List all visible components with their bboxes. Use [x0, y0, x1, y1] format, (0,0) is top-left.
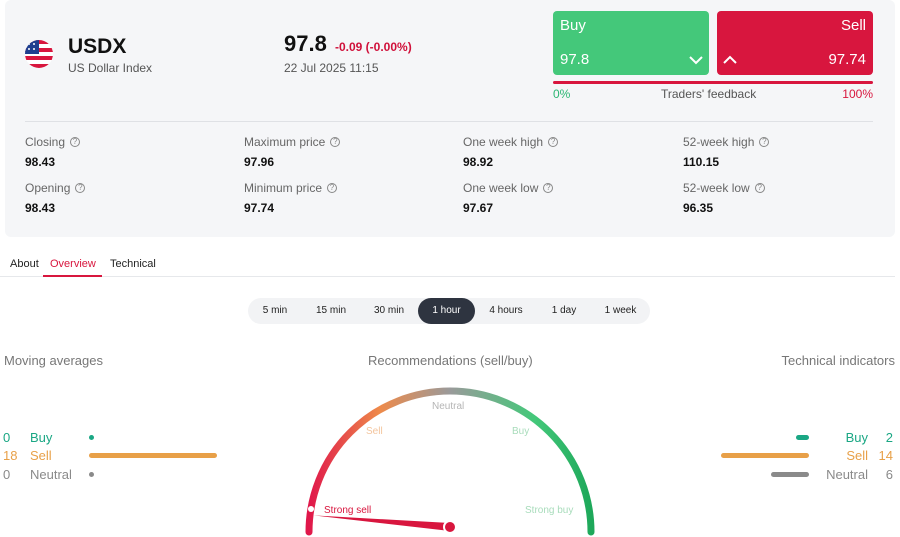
ma-sell-label: Sell	[30, 448, 52, 463]
recommendations-title: Recommendations (sell/buy)	[368, 353, 533, 368]
traders-feedback-bar	[553, 81, 873, 84]
timeframe-selector: 5 min 15 min 30 min 1 hour 4 hours 1 day…	[248, 298, 650, 324]
ti-sell-count: 14	[878, 448, 893, 463]
buy-label: Buy	[560, 17, 586, 34]
gauge-start-marker	[308, 506, 314, 512]
feedback-buy-percent: 0%	[553, 87, 571, 101]
tab-overview[interactable]: Overview	[50, 258, 96, 270]
tab-about[interactable]: About	[10, 258, 39, 270]
ti-neutral-count: 6	[885, 467, 893, 482]
sell-button[interactable]: Sell 97.74	[717, 11, 873, 75]
timeframe-1-hour[interactable]: 1 hour	[418, 298, 475, 324]
timeframe-4-hours[interactable]: 4 hours	[475, 298, 537, 324]
current-price: 97.8	[284, 31, 327, 56]
timeframe-30-min[interactable]: 30 min	[360, 298, 418, 324]
us-flag-icon	[25, 40, 53, 68]
ti-neutral-label: Neutral	[826, 467, 868, 482]
help-icon[interactable]: ?	[759, 137, 770, 147]
gauge-label-strong-buy: Strong buy	[525, 505, 573, 516]
gauge-label-neutral: Neutral	[432, 401, 464, 412]
tab-technical[interactable]: Technical	[110, 258, 156, 270]
chevron-up-icon	[723, 55, 737, 64]
technical-indicators-title: Technical indicators	[781, 353, 895, 368]
ma-buy-label: Buy	[30, 430, 53, 445]
ma-bar	[89, 435, 94, 440]
stat-label: One week high	[463, 135, 544, 149]
help-icon[interactable]: ?	[330, 137, 341, 147]
stat-value: 110.15	[683, 155, 720, 169]
stat-one-week-low: One week low? 97.67	[463, 181, 554, 215]
gauge-label-strong-sell: Strong sell	[324, 505, 371, 516]
stat-label: Opening	[25, 181, 71, 195]
gauge-label-sell: Sell	[366, 426, 383, 437]
gauge-needle	[313, 515, 457, 534]
needle-hub	[443, 520, 457, 534]
stat-value: 98.92	[463, 155, 494, 169]
stat-value: 98.43	[25, 155, 56, 169]
ma-sell-count: 18	[3, 448, 18, 463]
needle-pointer	[313, 515, 450, 531]
recommendation-gauge: Strong sell Sell Neutral Buy Strong buy	[305, 387, 595, 536]
buy-button[interactable]: Buy 97.8	[553, 11, 709, 75]
stat-value: 97.96	[244, 155, 275, 169]
help-icon[interactable]: ?	[75, 183, 86, 193]
ti-bar	[771, 472, 809, 477]
moving-averages-title: Moving averages	[4, 353, 103, 368]
ti-bar	[796, 435, 809, 440]
stat-closing: Closing? 98.43	[25, 135, 81, 169]
stat-label: One week low	[463, 181, 539, 195]
timeframe-1-week[interactable]: 1 week	[591, 298, 650, 324]
active-tab-indicator	[43, 275, 102, 277]
ti-sell-label: Sell	[846, 448, 868, 463]
timeframe-5-min[interactable]: 5 min	[248, 298, 302, 324]
sell-value: 97.74	[828, 51, 866, 68]
stat-label: Maximum price	[244, 135, 326, 149]
ma-neutral-count: 0	[3, 467, 11, 482]
feedback-label: Traders' feedback	[661, 87, 757, 101]
sell-label: Sell	[840, 17, 866, 34]
divider	[25, 121, 873, 122]
timeframe-15-min[interactable]: 15 min	[302, 298, 360, 324]
help-icon[interactable]: ?	[754, 183, 765, 193]
chevron-down-icon	[689, 56, 703, 65]
ma-bar	[89, 453, 217, 458]
stat-value: 97.67	[463, 201, 494, 215]
ti-buy-label: Buy	[845, 430, 868, 445]
ma-neutral-label: Neutral	[30, 467, 72, 482]
price-datetime: 22 Jul 2025 11:15	[284, 61, 379, 75]
stat-one-week-high: One week high? 98.92	[463, 135, 559, 169]
stat-52-week-low: 52-week low? 96.35	[683, 181, 765, 215]
ma-buy-count: 0	[3, 430, 11, 445]
ti-buy-count: 2	[885, 430, 893, 445]
ti-bar	[721, 453, 809, 458]
stat-value: 98.43	[25, 201, 56, 215]
feedback-sell-percent: 100%	[842, 87, 873, 101]
stat-value: 96.35	[683, 201, 714, 215]
stat-label: 52-week low	[683, 181, 750, 195]
help-icon[interactable]: ?	[548, 137, 559, 147]
timeframe-1-day[interactable]: 1 day	[537, 298, 591, 324]
stat-label: 52-week high	[683, 135, 755, 149]
buy-value: 97.8	[560, 51, 590, 68]
stat-opening: Opening? 98.43	[25, 181, 86, 215]
stat-label: Closing	[25, 135, 66, 149]
stat-maximum-price: Maximum price? 97.96	[244, 135, 341, 169]
help-icon[interactable]: ?	[70, 137, 81, 147]
ma-bar	[89, 472, 94, 477]
tab-bar: About Overview Technical	[0, 252, 895, 277]
stat-value: 97.74	[244, 201, 275, 215]
instrument-symbol: USDX	[68, 35, 127, 58]
stat-52-week-high: 52-week high? 110.15	[683, 135, 770, 169]
stat-minimum-price: Minimum price? 97.74	[244, 181, 338, 215]
stat-label: Minimum price	[244, 181, 323, 195]
price-change: -0.09 (-0.00%)	[335, 40, 412, 54]
gauge-label-buy: Buy	[512, 426, 529, 437]
instrument-name: US Dollar Index	[68, 61, 153, 75]
help-icon[interactable]: ?	[543, 183, 554, 193]
help-icon[interactable]: ?	[327, 183, 338, 193]
